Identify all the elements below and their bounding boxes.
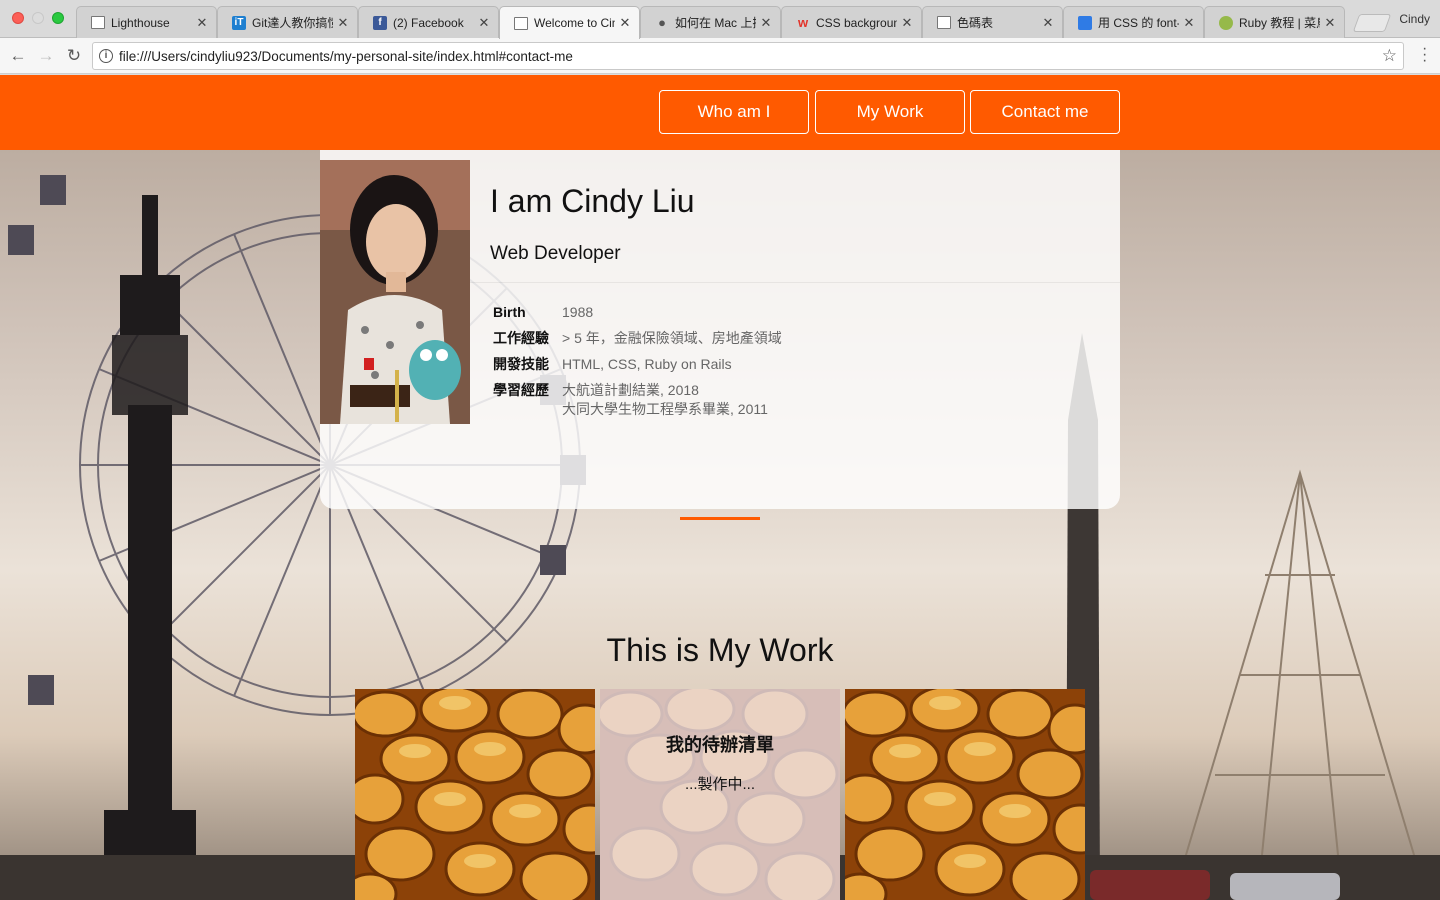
page-icon bbox=[937, 16, 951, 29]
profile-role: Web Developer bbox=[490, 243, 621, 264]
address-bar[interactable]: i file:///Users/cindyliu923/Documents/my… bbox=[92, 42, 1404, 70]
profile-name[interactable]: Cindy bbox=[1399, 12, 1430, 26]
work-tile-todo[interactable]: 我的待辦清單 ...製作中... bbox=[600, 689, 840, 900]
info-value: HTML, CSS, Ruby on Rails bbox=[562, 356, 732, 372]
browser-tab-bar: Lighthouse ✕ iT Git達人教你搞懂 ✕ f (2) Facebo… bbox=[0, 0, 1440, 39]
work-tile-right[interactable] bbox=[845, 689, 1085, 900]
bookmark-star-icon[interactable]: ☆ bbox=[1382, 46, 1397, 66]
reload-icon[interactable]: ↻ bbox=[64, 46, 84, 66]
tab-close-icon[interactable]: ✕ bbox=[760, 15, 772, 31]
tab-close-icon[interactable]: ✕ bbox=[196, 15, 208, 31]
window-maximize-button[interactable] bbox=[52, 12, 64, 24]
tab-label: Ruby 教程 | 菜鳥 bbox=[1239, 16, 1320, 30]
browser-tab[interactable]: Lighthouse ✕ bbox=[76, 6, 217, 38]
browser-tab-active[interactable]: Welcome to Cindy ✕ bbox=[499, 6, 640, 39]
info-key: 工作經驗 bbox=[493, 330, 549, 346]
tab-label: 如何在 Mac 上插 bbox=[675, 16, 756, 30]
info-icon[interactable]: i bbox=[99, 49, 113, 63]
tab-close-icon[interactable]: ✕ bbox=[478, 15, 490, 31]
todo-overlay bbox=[600, 689, 840, 900]
profile-info-table: Birth 1988 工作經驗 > 5 年，金融保險領域、房地產領域 開發技能 … bbox=[493, 302, 782, 425]
browser-tab[interactable]: 用 CSS 的 font- ✕ bbox=[1063, 6, 1204, 38]
browser-tab[interactable]: 色碼表 ✕ bbox=[922, 6, 1063, 38]
nav-my-work-button[interactable]: My Work bbox=[815, 90, 965, 134]
w3-icon: w bbox=[797, 15, 809, 30]
window-minimize-button[interactable] bbox=[32, 12, 44, 24]
tab-close-icon[interactable]: ✕ bbox=[1042, 15, 1054, 31]
section-accent-line bbox=[680, 517, 760, 520]
info-row: 開發技能 HTML, CSS, Ruby on Rails bbox=[493, 354, 782, 380]
url-text[interactable]: file:///Users/cindyliu923/Documents/my-p… bbox=[119, 49, 573, 64]
forward-arrow-icon[interactable]: → bbox=[36, 46, 56, 66]
ithome-icon: iT bbox=[232, 15, 246, 30]
profile-photo bbox=[320, 160, 470, 424]
profile-name-heading: I am Cindy Liu bbox=[490, 183, 695, 219]
blog-icon bbox=[1078, 15, 1092, 30]
browser-tab[interactable]: f (2) Facebook ✕ bbox=[358, 6, 499, 38]
nav-who-am-i-button[interactable]: Who am I bbox=[659, 90, 809, 134]
tab-label: Welcome to Cindy bbox=[534, 16, 615, 30]
browser-tab[interactable]: ● 如何在 Mac 上插 ✕ bbox=[640, 6, 781, 38]
window-close-button[interactable] bbox=[12, 12, 24, 24]
browser-tab[interactable]: iT Git達人教你搞懂 ✕ bbox=[217, 6, 358, 38]
browser-tab[interactable]: w CSS background ✕ bbox=[781, 6, 922, 38]
page-icon bbox=[91, 16, 105, 29]
tab-label: CSS background bbox=[816, 15, 897, 30]
bread-image bbox=[845, 689, 1085, 900]
info-key: 學習經歷 bbox=[493, 382, 549, 398]
runoob-icon bbox=[1219, 15, 1233, 30]
info-value: 1988 bbox=[562, 304, 594, 320]
tab-label: Git達人教你搞懂 bbox=[252, 16, 333, 30]
info-key: Birth bbox=[493, 304, 526, 320]
page-viewport: Who am I My Work Contact me I am Cindy L… bbox=[0, 75, 1440, 900]
info-value: > 5 年，金融保險領域、房地產領域 bbox=[562, 330, 782, 346]
apple-icon: ● bbox=[658, 15, 666, 30]
info-row: 工作經驗 > 5 年，金融保險領域、房地產領域 bbox=[493, 328, 782, 354]
card-divider bbox=[470, 282, 1120, 283]
back-arrow-icon[interactable]: ← bbox=[8, 46, 28, 66]
new-tab-button[interactable] bbox=[1352, 14, 1392, 32]
tab-close-icon[interactable]: ✕ bbox=[1183, 15, 1195, 31]
info-value-group: 大航道計劃結業, 2018 大同大學生物工程學系畢業, 2011 bbox=[562, 380, 782, 425]
info-row: Birth 1988 bbox=[493, 302, 782, 328]
info-value: 大同大學生物工程學系畢業, 2011 bbox=[562, 401, 768, 417]
facebook-icon: f bbox=[373, 15, 387, 30]
tab-close-icon[interactable]: ✕ bbox=[1324, 15, 1336, 31]
tab-label: 色碼表 bbox=[957, 16, 994, 30]
browser-tab[interactable]: Ruby 教程 | 菜鳥 ✕ bbox=[1204, 6, 1345, 38]
page-icon bbox=[514, 16, 528, 30]
todo-title: 我的待辦清單 bbox=[666, 735, 774, 755]
browser-menu-icon[interactable]: · · · bbox=[1422, 41, 1428, 69]
tab-label: Lighthouse bbox=[111, 15, 170, 30]
info-key: 開發技能 bbox=[493, 356, 549, 372]
tab-close-icon[interactable]: ✕ bbox=[619, 15, 631, 31]
tab-strip: Lighthouse ✕ iT Git達人教你搞懂 ✕ f (2) Facebo… bbox=[76, 6, 1345, 39]
browser-toolbar: ← → ↻ i file:///Users/cindyliu923/Docume… bbox=[0, 38, 1440, 74]
nav-contact-me-button[interactable]: Contact me bbox=[970, 90, 1120, 134]
info-row: 學習經歷 大航道計劃結業, 2018 大同大學生物工程學系畢業, 2011 bbox=[493, 380, 782, 425]
bread-image bbox=[355, 689, 595, 900]
tab-label: 用 CSS 的 font- bbox=[1098, 16, 1179, 30]
work-tile-left[interactable] bbox=[355, 689, 595, 900]
info-value: 大航道計劃結業, 2018 bbox=[562, 382, 699, 398]
work-section-title: This is My Work bbox=[606, 632, 834, 668]
tab-close-icon[interactable]: ✕ bbox=[901, 15, 913, 31]
tab-label: (2) Facebook bbox=[393, 15, 464, 30]
tab-close-icon[interactable]: ✕ bbox=[337, 15, 349, 31]
site-header: Who am I My Work Contact me bbox=[0, 75, 1440, 150]
todo-status: ...製作中... bbox=[684, 776, 755, 793]
